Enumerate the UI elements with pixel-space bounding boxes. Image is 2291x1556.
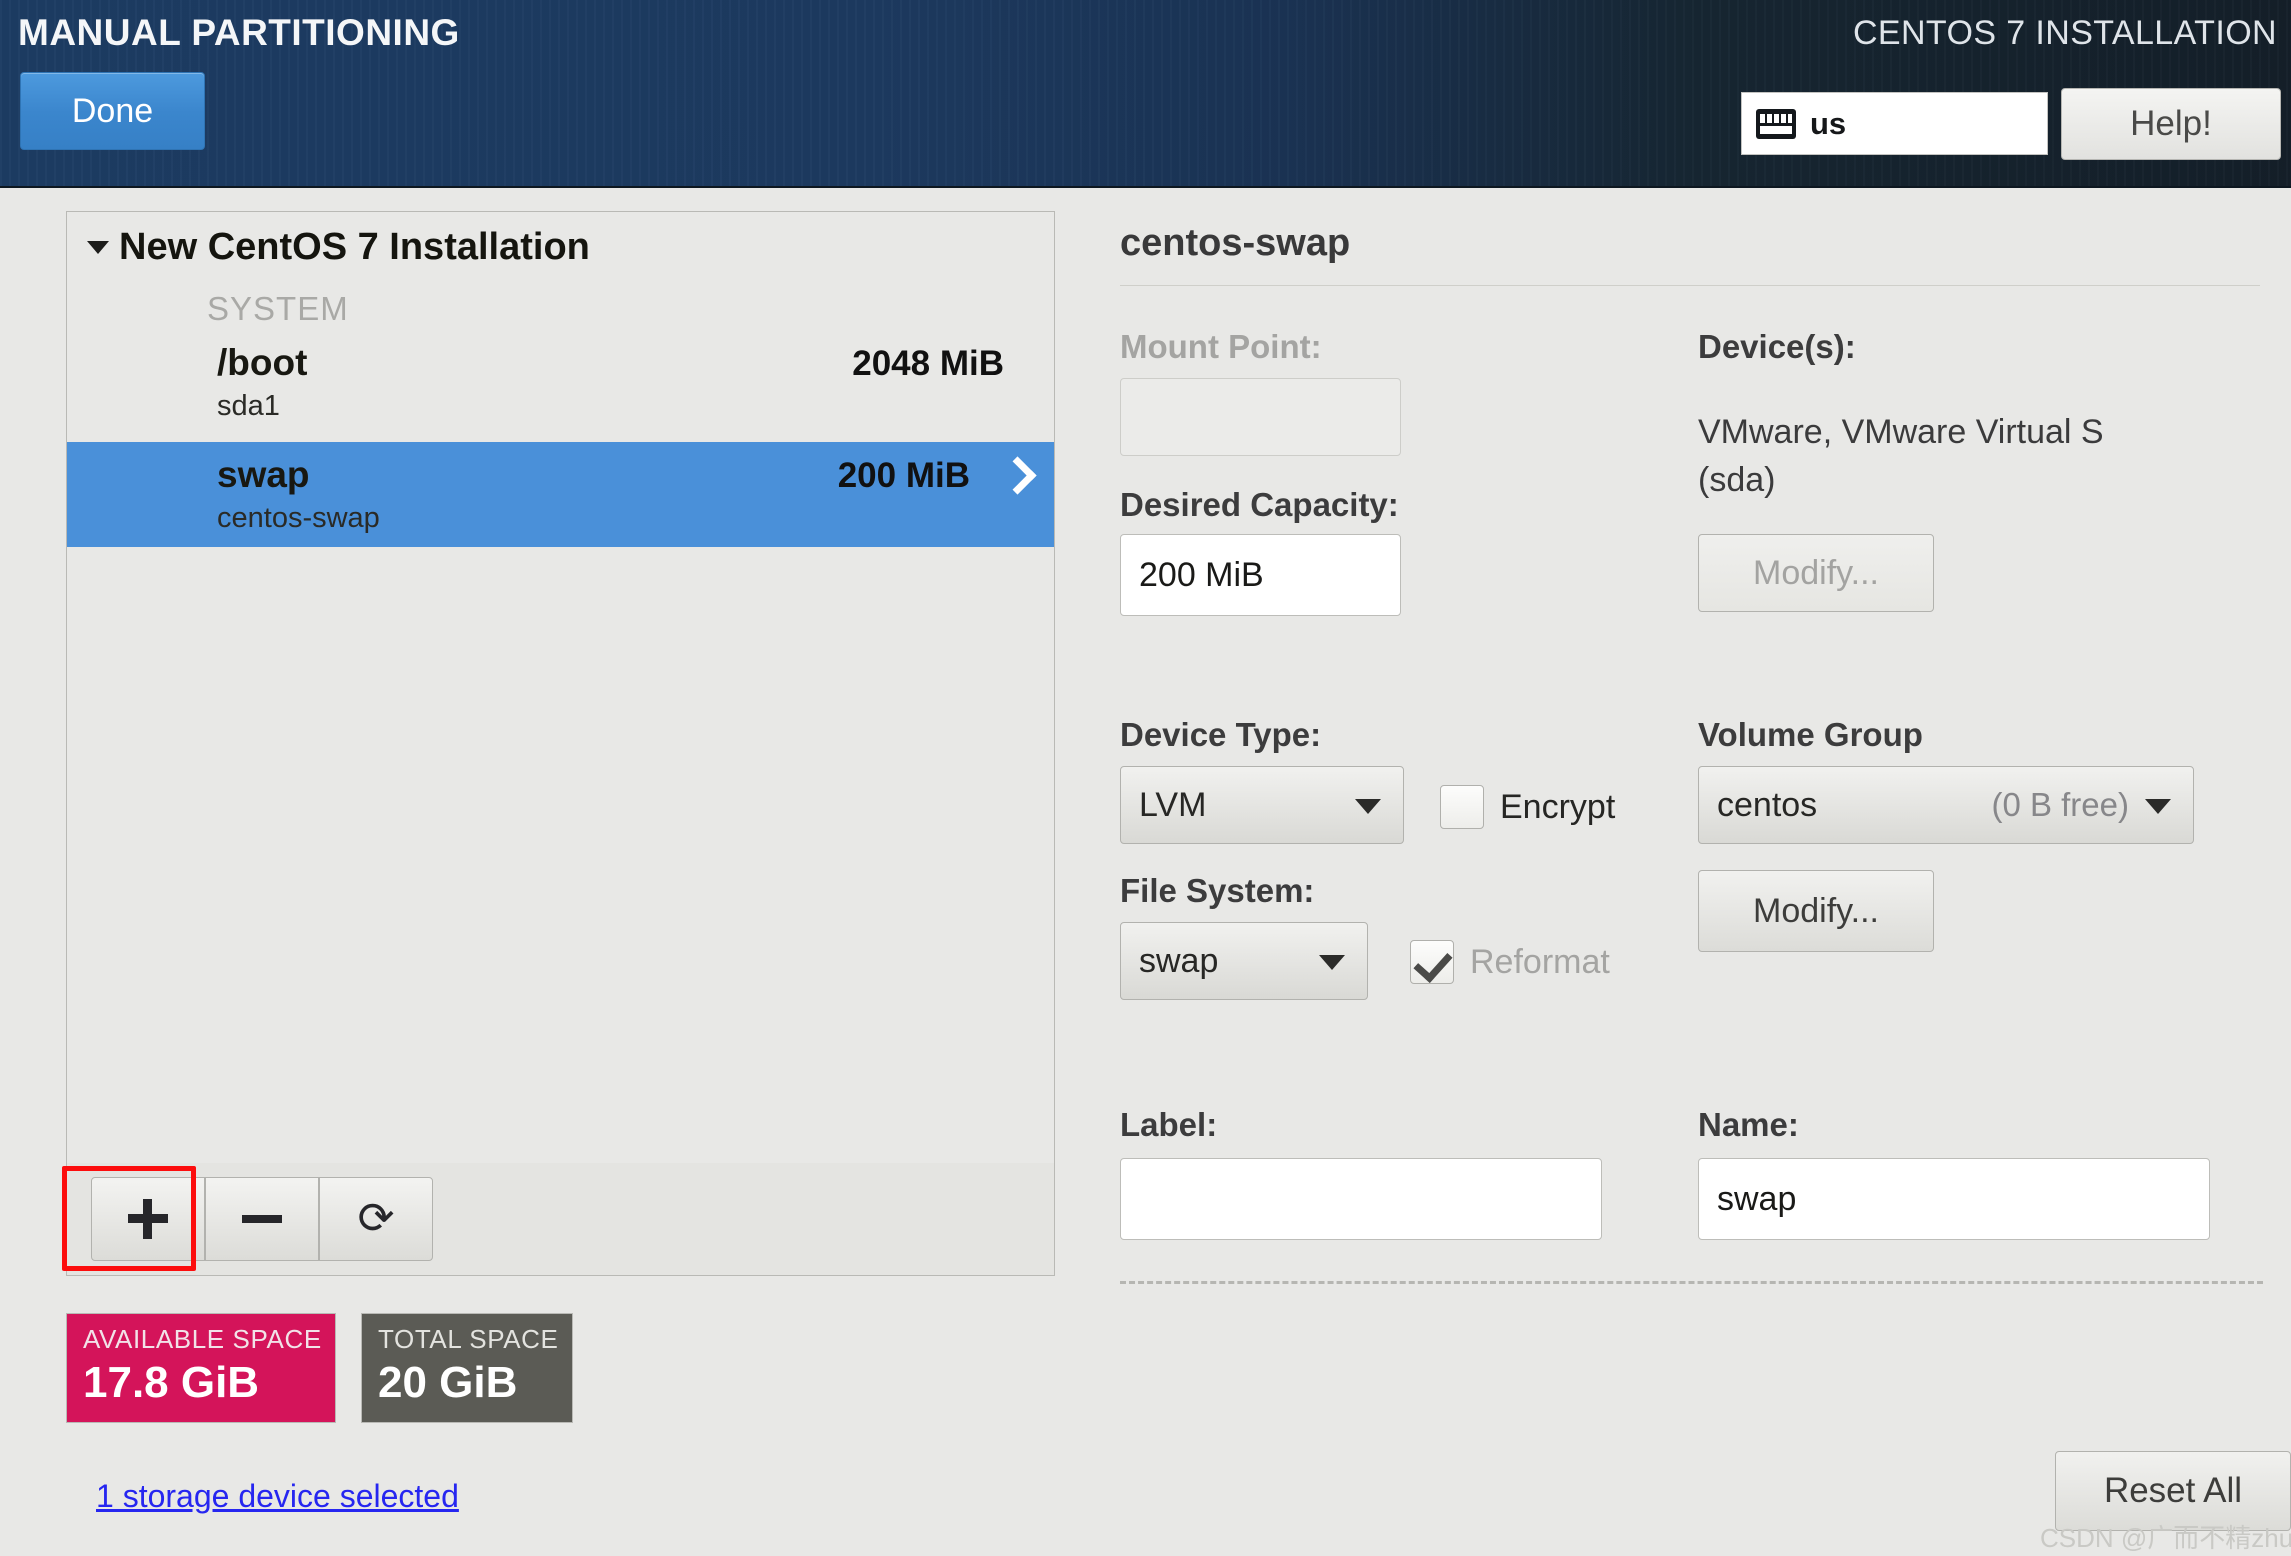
label-input[interactable] (1120, 1158, 1602, 1240)
total-space-box: TOTAL SPACE 20 GiB (361, 1313, 573, 1423)
partition-mount-point: /boot (217, 342, 308, 383)
device-type-value: LVM (1139, 785, 1207, 824)
minus-icon (242, 1199, 282, 1239)
details-title: centos-swap (1120, 222, 1351, 264)
devices-label: Device(s): (1698, 328, 1856, 365)
device-type-select[interactable]: LVM (1120, 766, 1404, 844)
mount-point-label: Mount Point: (1120, 328, 1322, 365)
partition-mount-point: swap (217, 454, 310, 495)
remove-partition-button[interactable] (205, 1177, 319, 1261)
plus-icon (128, 1199, 168, 1239)
volume-group-select[interactable]: centos (0 B free) (1698, 766, 2194, 844)
label-field-label: Label: (1120, 1106, 1218, 1143)
volume-group-modify-button[interactable]: Modify... (1698, 870, 1934, 952)
volume-group-value: centos (1717, 785, 1818, 824)
available-space-box: AVAILABLE SPACE 17.8 GiB (66, 1313, 336, 1423)
file-system-select[interactable]: swap (1120, 922, 1368, 1000)
partition-size: 2048 MiB (852, 344, 1004, 383)
partition-device-name: sda1 (217, 390, 280, 422)
refresh-partitions-button[interactable]: ⟳ (319, 1177, 433, 1261)
encrypt-checkbox[interactable]: Encrypt (1440, 785, 1615, 829)
devices-modify-button: Modify... (1698, 534, 1934, 612)
keyboard-icon (1756, 108, 1796, 139)
name-field-label: Name: (1698, 1106, 1799, 1143)
encrypt-label: Encrypt (1500, 787, 1616, 826)
storage-device-selected-link[interactable]: 1 storage device selected (96, 1478, 459, 1515)
partition-root-row[interactable]: New CentOS 7 Installation (67, 212, 1054, 282)
help-button-label: Help! (2130, 104, 2212, 143)
partition-device-name: centos-swap (217, 502, 380, 534)
details-bottom-divider (1120, 1281, 2263, 1284)
partition-group-label: SYSTEM (207, 290, 349, 327)
keyboard-layout-indicator[interactable]: us (1741, 92, 2048, 155)
reformat-checkbox-box (1410, 940, 1454, 984)
table-row[interactable]: /boot sda1 2048 MiB (67, 330, 1054, 435)
chevron-down-icon (1355, 799, 1381, 814)
devices-modify-label: Modify... (1753, 553, 1879, 592)
done-button[interactable]: Done (20, 72, 205, 150)
partition-toolbar: ⟳ (66, 1163, 1055, 1276)
partition-size: 200 MiB (837, 456, 970, 495)
encrypt-checkbox-box[interactable] (1440, 785, 1484, 829)
available-space-value: 17.8 GiB (83, 1358, 260, 1407)
name-input[interactable]: swap (1698, 1158, 2210, 1240)
mount-point-input (1120, 378, 1401, 456)
devices-value: VMware, VMware Virtual S (sda) (1698, 413, 2104, 499)
desired-capacity-label: Desired Capacity: (1120, 486, 1399, 523)
volume-group-label: Volume Group (1698, 716, 1923, 753)
expander-triangle-icon[interactable] (87, 240, 109, 254)
desired-capacity-input[interactable]: 200 MiB (1120, 534, 1401, 616)
partition-root-label: New CentOS 7 Installation (119, 225, 590, 268)
watermark: CSDN @广而不精zhu小白 (2040, 1523, 2291, 1553)
volume-group-modify-label: Modify... (1753, 891, 1879, 930)
file-system-label: File System: (1120, 872, 1315, 909)
reset-all-label: Reset All (2103, 1471, 2243, 1510)
add-partition-button[interactable] (91, 1177, 205, 1261)
chevron-down-icon (1319, 955, 1345, 970)
details-divider (1120, 285, 2260, 286)
volume-group-free: (0 B free) (1991, 786, 2129, 823)
reload-icon: ⟳ (357, 1194, 395, 1243)
done-button-label: Done (71, 91, 154, 130)
device-type-label: Device Type: (1120, 716, 1322, 753)
total-space-caption: TOTAL SPACE (378, 1324, 559, 1354)
available-space-caption: AVAILABLE SPACE (83, 1324, 322, 1354)
installer-header: MANUAL PARTITIONING CENTOS 7 INSTALLATIO… (0, 0, 2291, 188)
chevron-right-icon[interactable] (1002, 460, 1032, 490)
product-title: CENTOS 7 INSTALLATION (1852, 14, 2277, 52)
file-system-value: swap (1139, 941, 1219, 980)
table-row[interactable]: swap centos-swap 200 MiB (67, 442, 1054, 547)
chevron-down-icon (2145, 799, 2171, 814)
partition-list[interactable]: New CentOS 7 Installation SYSTEM /boot s… (66, 211, 1055, 1276)
reformat-checkbox: Reformat (1410, 940, 1610, 984)
keyboard-layout-label: us (1810, 105, 1847, 141)
reformat-label: Reformat (1470, 942, 1610, 981)
help-button[interactable]: Help! (2061, 88, 2281, 160)
page-title: MANUAL PARTITIONING (18, 12, 460, 53)
total-space-value: 20 GiB (378, 1358, 518, 1407)
